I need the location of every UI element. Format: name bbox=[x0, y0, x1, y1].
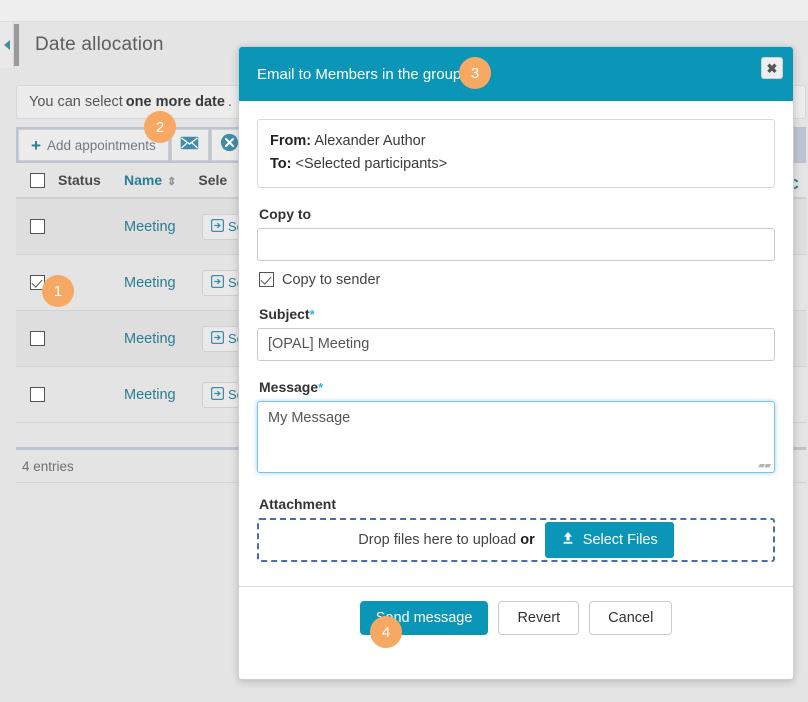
column-header-status[interactable]: Status bbox=[58, 172, 124, 188]
entry-count-label: 4 entries bbox=[22, 459, 74, 474]
circle-x-icon bbox=[220, 133, 239, 157]
modal-title: Email to Members in the groups bbox=[257, 66, 469, 83]
message-label: Message* bbox=[259, 379, 775, 395]
column-header-name[interactable]: Name ⇕ bbox=[124, 172, 176, 188]
page-top-strip bbox=[0, 0, 808, 22]
message-label-text: Message bbox=[259, 379, 318, 395]
row-select-cell[interactable] bbox=[16, 331, 58, 346]
subject-input[interactable] bbox=[257, 328, 775, 361]
message-required-mark: * bbox=[318, 380, 323, 395]
select-files-button[interactable]: Select Files bbox=[545, 522, 674, 558]
hint-emphasis: one more date bbox=[126, 94, 225, 110]
dropzone-text-or: or bbox=[520, 532, 535, 548]
dropzone-text-main: Drop files here to upload bbox=[358, 532, 520, 548]
upload-icon bbox=[561, 531, 575, 549]
row-checkbox[interactable] bbox=[30, 219, 45, 234]
step-badge-4: 4 bbox=[370, 616, 402, 648]
title-accent-rule bbox=[14, 24, 19, 66]
copy-to-sender-label: Copy to sender bbox=[282, 272, 380, 288]
subject-required-mark: * bbox=[310, 307, 315, 322]
row-name-link[interactable]: Meeting bbox=[124, 219, 194, 235]
revert-button[interactable]: Revert bbox=[498, 601, 579, 635]
row-name-link[interactable]: Meeting bbox=[124, 331, 194, 347]
column-header-name-label: Name bbox=[124, 172, 162, 188]
email-modal: Email to Members in the groups ✖ From: A… bbox=[238, 46, 794, 680]
screen-root: Date allocation You can select one more … bbox=[0, 0, 808, 702]
modal-body: From: Alexander Author To: <Selected par… bbox=[239, 101, 793, 562]
enter-arrow-icon bbox=[211, 275, 224, 291]
dropzone-text: Drop files here to upload or bbox=[358, 532, 535, 548]
attachment-label: Attachment bbox=[259, 496, 775, 512]
subject-label-text: Subject bbox=[259, 306, 310, 322]
from-line: From: Alexander Author bbox=[270, 130, 762, 153]
add-appointments-label: Add appointments bbox=[47, 138, 156, 153]
copy-to-sender-checkbox[interactable] bbox=[259, 272, 274, 287]
send-email-button[interactable] bbox=[171, 129, 209, 161]
cancel-button[interactable]: Cancel bbox=[589, 601, 672, 635]
from-to-panel: From: Alexander Author To: <Selected par… bbox=[257, 119, 775, 188]
select-all-checkbox[interactable] bbox=[30, 173, 45, 188]
message-textarea[interactable] bbox=[257, 401, 775, 473]
modal-footer: Send message Revert Cancel bbox=[239, 586, 793, 679]
copy-to-sender-row[interactable]: Copy to sender bbox=[259, 272, 775, 288]
plus-icon: + bbox=[31, 137, 41, 154]
to-value: <Selected participants> bbox=[296, 156, 448, 172]
sort-updown-icon[interactable]: ⇕ bbox=[167, 176, 176, 188]
subject-label: Subject* bbox=[259, 306, 775, 322]
enter-arrow-icon bbox=[211, 331, 224, 347]
close-glyph: ✖ bbox=[767, 62, 778, 75]
row-name-link[interactable]: Meeting bbox=[124, 275, 194, 291]
from-label: From: bbox=[270, 133, 311, 149]
envelope-icon bbox=[180, 136, 199, 155]
to-label: To: bbox=[270, 156, 291, 172]
hint-prefix: You can select bbox=[29, 94, 123, 110]
row-checkbox[interactable] bbox=[30, 331, 45, 346]
select-all-cell[interactable] bbox=[16, 173, 58, 188]
step-badge-2: 2 bbox=[144, 111, 176, 143]
step-badge-3: 3 bbox=[459, 57, 491, 89]
message-textarea-wrap: ▰▰ bbox=[257, 401, 775, 478]
row-select-cell[interactable] bbox=[16, 219, 58, 234]
copy-to-label: Copy to bbox=[259, 206, 775, 222]
step-badge-1: 1 bbox=[42, 275, 74, 307]
select-files-label: Select Files bbox=[583, 532, 658, 548]
row-select-cell[interactable] bbox=[16, 387, 58, 402]
copy-to-input[interactable] bbox=[257, 228, 775, 261]
modal-header: Email to Members in the groups ✖ bbox=[239, 47, 793, 101]
attachment-dropzone[interactable]: Drop files here to upload or Select File… bbox=[257, 518, 775, 562]
hint-suffix: . bbox=[228, 94, 232, 110]
to-line: To: <Selected participants> bbox=[270, 153, 762, 176]
sidebar-collapse-handle[interactable] bbox=[0, 22, 14, 68]
close-x-icon[interactable]: ✖ bbox=[761, 57, 783, 79]
row-name-link[interactable]: Meeting bbox=[124, 387, 194, 403]
chevron-left-icon bbox=[4, 40, 10, 50]
enter-arrow-icon bbox=[211, 219, 224, 235]
from-value: Alexander Author bbox=[314, 133, 425, 149]
page-title: Date allocation bbox=[35, 34, 164, 56]
row-checkbox[interactable] bbox=[30, 387, 45, 402]
enter-arrow-icon bbox=[211, 387, 224, 403]
column-header-selection[interactable]: Sele bbox=[198, 172, 227, 188]
